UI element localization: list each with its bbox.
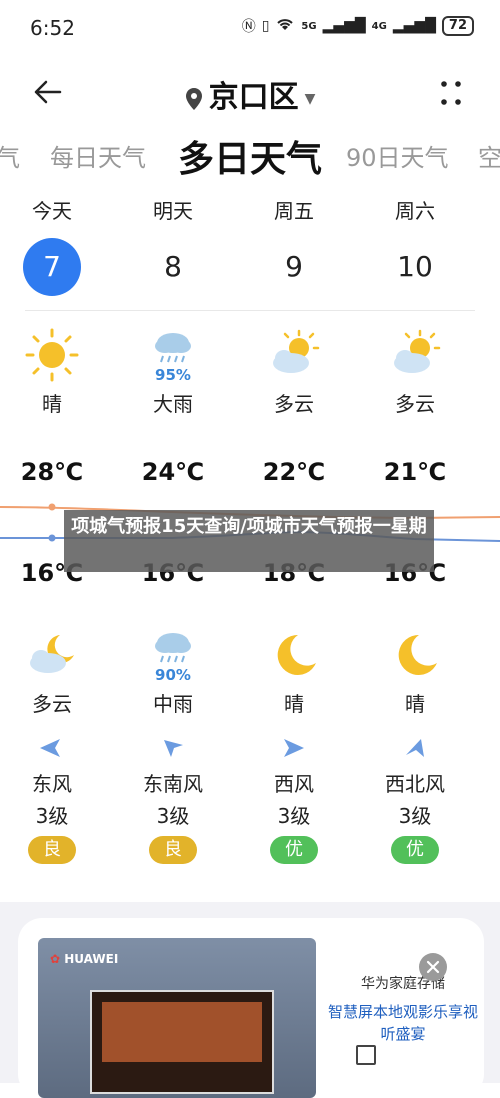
divider xyxy=(25,310,475,311)
partly-cloudy-icon xyxy=(394,329,441,373)
overlay-caption: 项城气预报15天查询/项城市天气预报一星期 xyxy=(64,510,434,572)
wind-level: 3级 xyxy=(277,804,311,828)
battery-icon: 72 xyxy=(441,16,474,36)
more-options-icon[interactable] xyxy=(436,76,466,110)
day-column[interactable]: 周六 10 xyxy=(360,195,470,296)
vibrate-icon: ▯ xyxy=(261,18,270,34)
wind-direction-icon xyxy=(284,739,304,757)
status-icons: Ⓝ ▯ 5G ▂▄▆█ 4G ▂▄▆█ 72 xyxy=(242,16,474,36)
aqi-badge: 良 xyxy=(28,836,76,864)
weather-label: 多云 xyxy=(395,392,435,416)
wind-direction-icon xyxy=(164,740,183,757)
wind-direction: 东南风 xyxy=(143,772,203,796)
tab-90-day[interactable]: 90日天气 xyxy=(346,138,449,173)
huawei-logo: ✿ HUAWEI xyxy=(50,952,119,966)
day-label: 明天 xyxy=(153,199,193,223)
wind-level: 3级 xyxy=(35,804,69,828)
partly-cloudy-night-icon xyxy=(30,635,74,673)
tab-partial-right[interactable]: 空 xyxy=(478,138,500,173)
partly-cloudy-icon xyxy=(273,329,320,373)
night-weather-label: 多云 xyxy=(32,692,72,716)
aqi-badge: 优 xyxy=(270,836,318,864)
ad-product-tv xyxy=(90,990,274,1094)
day-label: 周六 xyxy=(395,199,435,223)
signal-4g-label: 4G xyxy=(371,20,387,32)
aqi-badge: 优 xyxy=(391,836,439,864)
ad-checkbox[interactable] xyxy=(356,1045,376,1065)
weather-label: 大雨 xyxy=(153,392,193,416)
high-temp: 21℃ xyxy=(383,458,447,486)
high-temp: 22℃ xyxy=(262,458,326,486)
precip-label: 90% xyxy=(155,666,191,684)
day-column[interactable]: 周五 9 xyxy=(239,195,349,296)
signal-icon: ▂▄▆█ xyxy=(392,18,436,34)
chevron-down-icon: ▼ xyxy=(304,90,316,107)
aqi-badge: 良 xyxy=(149,836,197,864)
high-temp: 24℃ xyxy=(141,458,205,486)
wind-direction: 西风 xyxy=(274,772,314,796)
forecast-tabs: 气 每日天气 多日天气 90日天气 空 xyxy=(0,130,500,180)
nfc-icon: Ⓝ xyxy=(241,19,256,35)
ad-subtitle: 智慧屏本地观影乐享视听盛宴 xyxy=(328,1003,479,1043)
tab-daily[interactable]: 每日天气 xyxy=(50,138,146,173)
tab-partial-left[interactable]: 气 xyxy=(0,138,20,173)
moon-icon xyxy=(398,634,437,675)
day-column[interactable]: 今天 7 xyxy=(0,195,107,296)
ad-image[interactable]: ✿ HUAWEI xyxy=(38,938,316,1098)
weather-label: 多云 xyxy=(274,392,314,416)
high-temp: 28℃ xyxy=(20,458,84,486)
close-icon[interactable] xyxy=(419,953,447,981)
moon-icon xyxy=(277,634,316,675)
wind-level: 3级 xyxy=(156,804,190,828)
wind-direction: 东风 xyxy=(32,772,72,796)
low-temp-point xyxy=(48,534,56,542)
wind-level: 3级 xyxy=(398,804,432,828)
day-label: 周五 xyxy=(274,199,314,223)
date: 9 xyxy=(285,250,303,283)
signal-icon: ▂▄▆█ xyxy=(322,18,366,34)
date-today: 7 xyxy=(23,238,81,296)
location-name: 京口区 xyxy=(208,80,299,115)
top-bar: 京口区 ▼ xyxy=(0,62,500,122)
night-weather-label: 中雨 xyxy=(153,692,193,716)
night-weather-label: 晴 xyxy=(405,692,425,716)
day-label: 今天 xyxy=(32,199,72,223)
wind-direction-icon xyxy=(406,739,424,757)
ad-text[interactable]: 华为家庭存储 智慧屏本地观影乐享视听盛宴 xyxy=(328,973,478,1045)
weather-label: 晴 xyxy=(42,392,62,416)
date: 8 xyxy=(164,250,182,283)
location-pin-icon xyxy=(185,87,202,110)
status-time: 6:52 xyxy=(30,16,75,40)
tab-multi-day[interactable]: 多日天气 xyxy=(178,130,322,180)
signal-5g-label: 5G xyxy=(301,20,317,32)
sun-icon xyxy=(25,328,79,382)
ad-title: 华为家庭存储 xyxy=(361,976,445,992)
precip-label: 95% xyxy=(155,366,191,384)
high-temp-point xyxy=(48,503,56,511)
day-column[interactable]: 明天 8 xyxy=(118,195,228,296)
wind-direction-icon xyxy=(40,739,60,757)
wifi-icon xyxy=(275,16,295,36)
location-selector[interactable]: 京口区 ▼ xyxy=(0,72,500,116)
status-bar: 6:52 Ⓝ ▯ 5G ▂▄▆█ 4G ▂▄▆█ 72 xyxy=(0,0,500,56)
night-weather-label: 晴 xyxy=(284,692,304,716)
ad-card[interactable]: ✿ HUAWEI 华为家庭存储 智慧屏本地观影乐享视听盛宴 xyxy=(18,918,484,1098)
wind-direction: 西北风 xyxy=(385,772,445,796)
date: 10 xyxy=(397,250,433,283)
